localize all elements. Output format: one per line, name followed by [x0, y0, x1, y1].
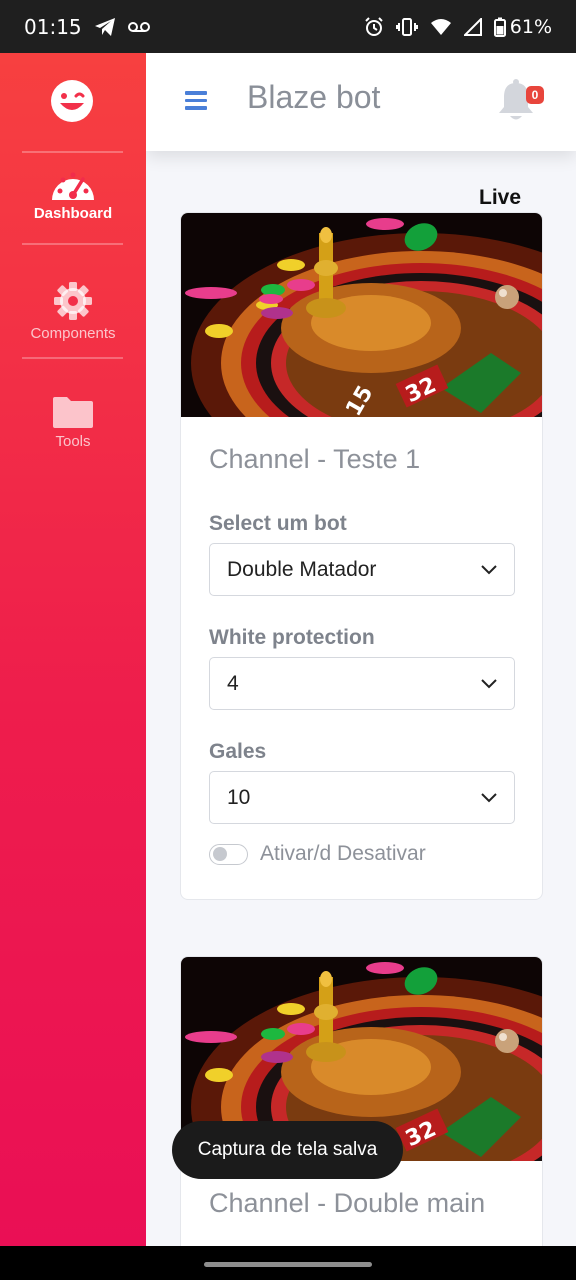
hamburger-icon[interactable]	[185, 91, 207, 111]
signal-icon	[463, 17, 482, 36]
battery-percentage: 61%	[509, 15, 552, 38]
toast-message: Captura de tela salva	[172, 1121, 403, 1179]
voicemail-icon	[127, 20, 150, 34]
sidebar-item-components[interactable]: Components	[0, 281, 146, 342]
card-title: Channel - Double main	[209, 1188, 486, 1218]
chevron-down-icon	[481, 564, 497, 574]
sidebar-divider	[22, 151, 123, 153]
vibrate-icon	[395, 17, 418, 37]
sidebar: Dashboard Components Tools	[0, 53, 146, 1246]
status-bar-left: 01:15	[24, 15, 150, 39]
sidebar-item-tools[interactable]: Tools	[0, 395, 146, 450]
notification-badge: 0	[526, 86, 544, 104]
sidebar-divider	[22, 357, 123, 359]
page-title: Blaze bot	[247, 79, 381, 115]
system-nav-bar	[0, 1246, 576, 1280]
smiley-logo-icon[interactable]	[50, 79, 94, 123]
sidebar-item-dashboard[interactable]: Dashboard	[0, 167, 146, 222]
telegram-icon	[94, 17, 116, 37]
alarm-icon	[364, 16, 384, 37]
channel-card: 32 Channel - Double main	[180, 956, 543, 1246]
activate-toggle-row: Ativar/d Desativar	[209, 842, 426, 866]
activate-toggle[interactable]	[209, 843, 248, 865]
sidebar-item-label: Tools	[55, 433, 91, 450]
bot-select-value: Double Matador	[227, 557, 377, 581]
home-gesture-handle[interactable]	[204, 1262, 372, 1267]
gales-select[interactable]: 10	[209, 771, 515, 824]
battery-icon	[493, 17, 506, 37]
white-protection-value: 4	[227, 671, 239, 695]
gales-label: Gales	[209, 740, 267, 763]
bot-select-label: Select um bot	[209, 512, 347, 535]
live-label: Live	[479, 186, 522, 209]
gear-icon	[53, 281, 93, 325]
status-bar: 01:15 61%	[0, 0, 576, 53]
white-protection-select[interactable]: 4	[209, 657, 515, 710]
chevron-down-icon	[481, 678, 497, 688]
bot-select[interactable]: Double Matador	[209, 543, 515, 596]
chevron-down-icon	[481, 792, 497, 802]
main-content: Blaze bot 0 Live 32 15 Channel - Teste 1…	[146, 53, 576, 1246]
sidebar-divider	[22, 243, 123, 245]
sidebar-item-label: Components	[30, 325, 116, 342]
wifi-icon	[430, 18, 452, 36]
sidebar-item-label: Dashboard	[33, 205, 113, 222]
channel-card: 32 15 Channel - Teste 1 Select um bot Do…	[180, 212, 543, 900]
status-bar-right: 61%	[364, 16, 552, 38]
folder-icon	[52, 395, 94, 433]
gales-value: 10	[227, 785, 251, 809]
white-protection-label: White protection	[209, 626, 375, 649]
speedometer-icon	[50, 167, 96, 205]
status-time: 01:15	[24, 14, 82, 39]
card-title: Channel - Teste 1	[209, 444, 421, 474]
top-bar: Blaze bot 0	[146, 53, 576, 151]
toggle-label: Ativar/d Desativar	[260, 842, 426, 865]
roulette-wheel-image: 32 15	[181, 213, 542, 417]
